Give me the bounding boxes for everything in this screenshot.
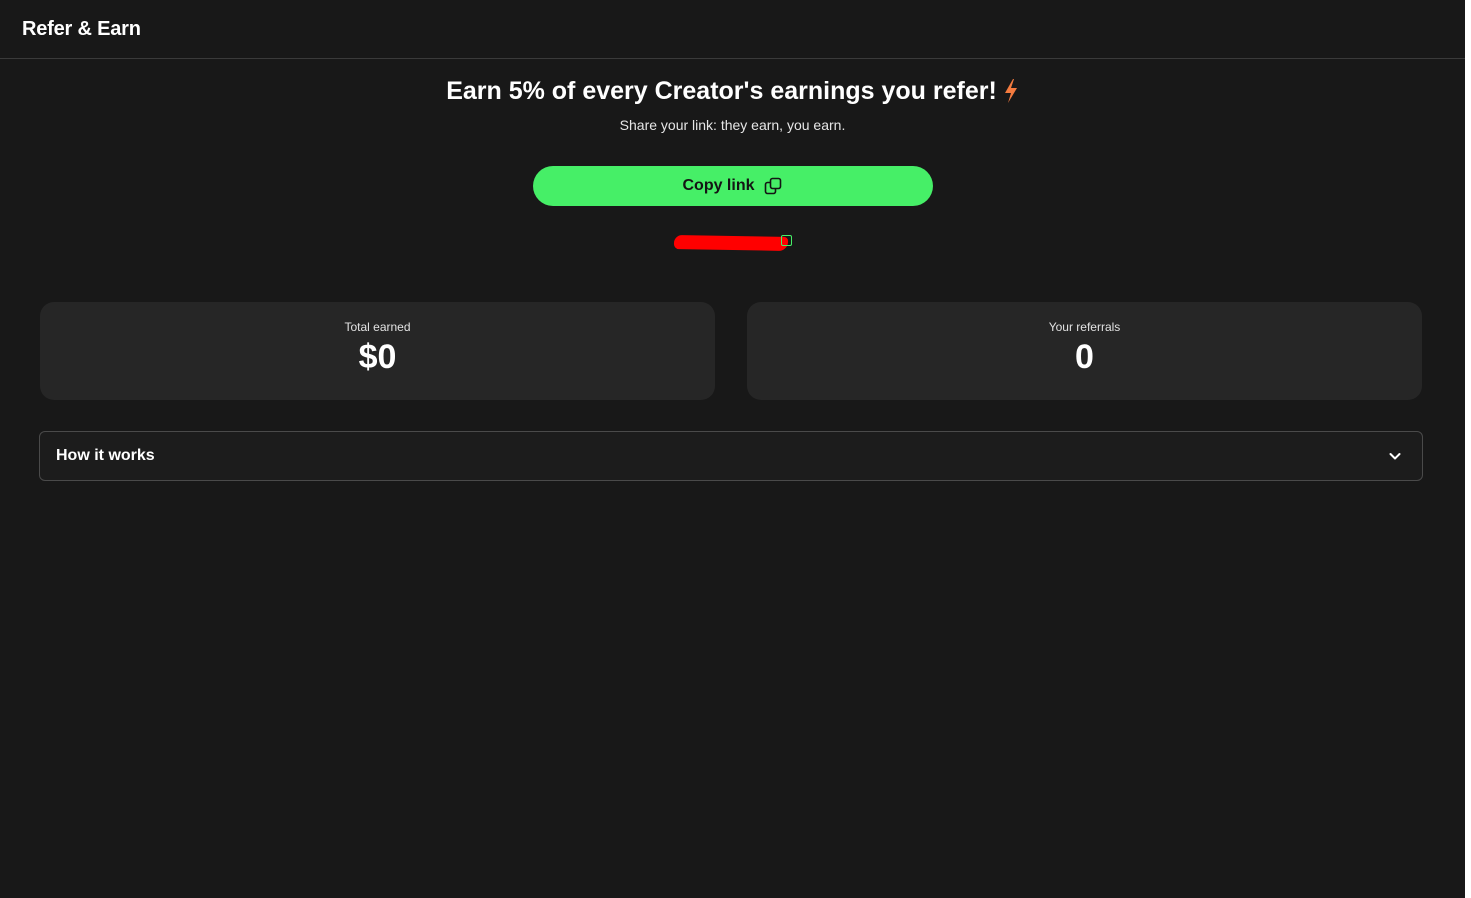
refer-earn-page: Refer & Earn Earn 5% of every Creator's … (0, 0, 1465, 898)
subtitle: Share your link: they earn, you earn. (619, 117, 846, 133)
total-earned-value: $0 (358, 338, 397, 376)
referrals-card: Your referrals 0 (747, 302, 1422, 400)
headline-text: Earn 5% of every Creator's earnings you … (446, 76, 997, 105)
copy-link-button[interactable]: Copy link (532, 166, 933, 206)
copy-icon (764, 177, 781, 195)
page-title: Refer & Earn (22, 17, 141, 40)
how-it-works-label: How it works (56, 447, 155, 464)
chevron-down-icon (1389, 453, 1401, 460)
how-it-works-accordion[interactable]: How it works (39, 431, 1423, 481)
stats-row: Total earned $0 Your referrals 0 (40, 302, 1422, 400)
link-copy-icon (780, 235, 792, 246)
referrals-value: 0 (1075, 338, 1094, 376)
lightning-bolt-icon (1004, 79, 1017, 103)
referrals-label: Your referrals (1048, 320, 1121, 334)
redaction-mark (673, 235, 788, 251)
copy-link-label: Copy link (682, 177, 755, 194)
total-earned-label: Total earned (344, 320, 411, 334)
headline: Earn 5% of every Creator's earnings you … (446, 76, 1019, 106)
referral-link-redacted[interactable] (673, 234, 792, 252)
top-bar: Refer & Earn (0, 0, 1465, 59)
hero-section: Earn 5% of every Creator's earnings you … (0, 59, 1465, 252)
total-earned-card: Total earned $0 (40, 302, 715, 400)
window-edge (1465, 0, 1471, 898)
